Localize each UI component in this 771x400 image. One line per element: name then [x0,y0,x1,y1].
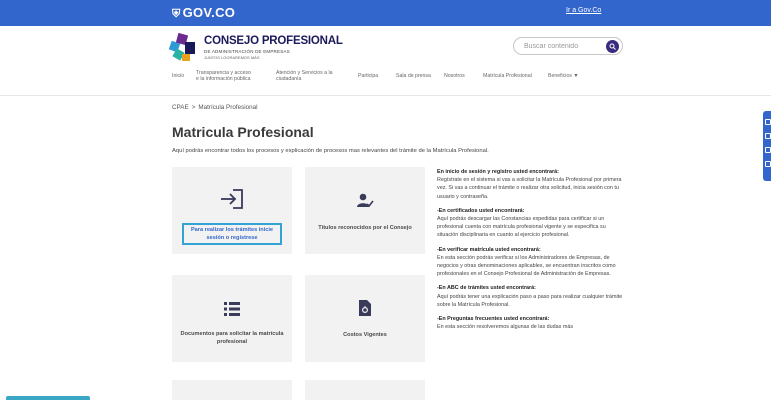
page-description: Aquí podrás encontrar todos los procesos… [172,148,489,154]
nav-atencion[interactable]: Atención y Servicios a la ciudadanía [276,70,333,82]
info-heading: En inicio de sesión y registro usted enc… [437,169,559,175]
breadcrumb-current: Matrícula Profesional [198,104,258,111]
card-row3-right[interactable] [305,380,425,400]
contrast-icon[interactable] [765,133,771,139]
info-block: -En certificados usted encontrará: Aquí … [437,207,627,240]
info-body: Aquí podrás descargar las Constancias ex… [437,216,606,239]
search-box [513,37,623,55]
user-check-icon [357,193,374,208]
gov-bar: ⛨ GOV.CO Ir a Gov.Co [0,0,771,26]
info-panel: En inicio de sesión y registro usted enc… [437,168,627,337]
floating-chat-tab[interactable] [6,396,90,400]
nav-beneficios[interactable]: Beneficios ▼ [548,73,579,79]
card-documentos-label: Documentos para solicitar la matrícula p… [180,331,284,345]
info-body: En esta sección resolveremos algunas de … [437,324,574,331]
info-body: En esta sección podrás verificar si los … [437,254,616,278]
accessibility-side-tab[interactable] [763,111,771,181]
cpae-logo-icon[interactable] [168,32,198,62]
card-costos-label: Costos Vigentes [343,332,387,338]
info-block: -En ABC de trámites usted encontrará: Aq… [437,284,627,309]
info-body: Regístrate en el sistema si vas a solici… [437,177,622,200]
info-block: -En verificar matrícula usted encontrará… [437,246,627,279]
info-heading: -En Preguntas frecuentes usted encontrar… [437,316,550,323]
nav-matricula[interactable]: Matrícula Profesional [483,73,532,79]
info-block: -En Preguntas frecuentes usted encontrar… [437,315,627,331]
page-title: Matricula Profesional [172,124,314,140]
info-body: Aquí podrás tener una explicación paso a… [437,293,623,308]
brand-tagline: JUNTOS LOGRAREMOS MÁS [204,55,260,60]
document-icon [359,300,371,316]
list-icon [224,302,240,316]
info-block: En inicio de sesión y registro usted enc… [437,168,627,201]
gov-co-logo[interactable]: ⛨ GOV.CO [172,5,235,21]
card-login-label: Para realizar los trámites inicie sesión… [182,223,282,245]
gov-shield-icon: ⛨ [172,8,181,20]
nav-sala-prensa[interactable]: Sala de prensa [396,73,431,79]
search-icon [609,43,616,50]
info-heading: -En verificar matrícula usted encontrará… [437,246,541,253]
login-icon [221,189,243,209]
breadcrumb-separator: > [191,104,196,111]
nav-participa[interactable]: Participa [358,73,378,79]
card-login[interactable]: Para realizar los trámites inicie sesión… [172,167,292,254]
info-heading: -En certificados usted encontrará: [437,207,525,214]
nav-inicio[interactable]: Inicio [172,73,184,79]
go-to-govco-link[interactable]: Ir a Gov.Co [566,7,601,14]
font-size-icon[interactable] [765,161,771,167]
card-documentos[interactable]: Documentos para solicitar la matrícula p… [172,275,292,362]
card-row3-left[interactable] [172,380,292,400]
font-size-icon[interactable] [765,147,771,153]
site-header: CONSEJO PROFESIONAL DE ADMINISTRACIÓN DE… [0,26,771,96]
info-heading: -En ABC de trámites usted encontrará: [437,285,536,292]
nav-nosotros[interactable]: Nosotros [444,73,465,79]
search-button[interactable] [606,40,619,53]
breadcrumb-home-link[interactable]: CPAE [172,104,189,111]
brand-subtitle: DE ADMINISTRACIÓN DE EMPRESAS [204,49,290,54]
card-titulos[interactable]: Títulos reconocidos por el Consejo [305,167,425,254]
search-input[interactable] [524,41,600,52]
breadcrumb: CPAE > Matrícula Profesional [172,104,258,111]
gov-logo-text: GOV.CO [182,5,236,20]
brand-title: CONSEJO PROFESIONAL [204,35,343,47]
nav-transparencia[interactable]: Transparencia y acceso e la información … [196,70,251,82]
card-titulos-label: Títulos reconocidos por el Consejo [318,225,412,231]
accessibility-icon[interactable] [765,119,771,125]
card-costos[interactable]: Costos Vigentes [305,275,425,362]
